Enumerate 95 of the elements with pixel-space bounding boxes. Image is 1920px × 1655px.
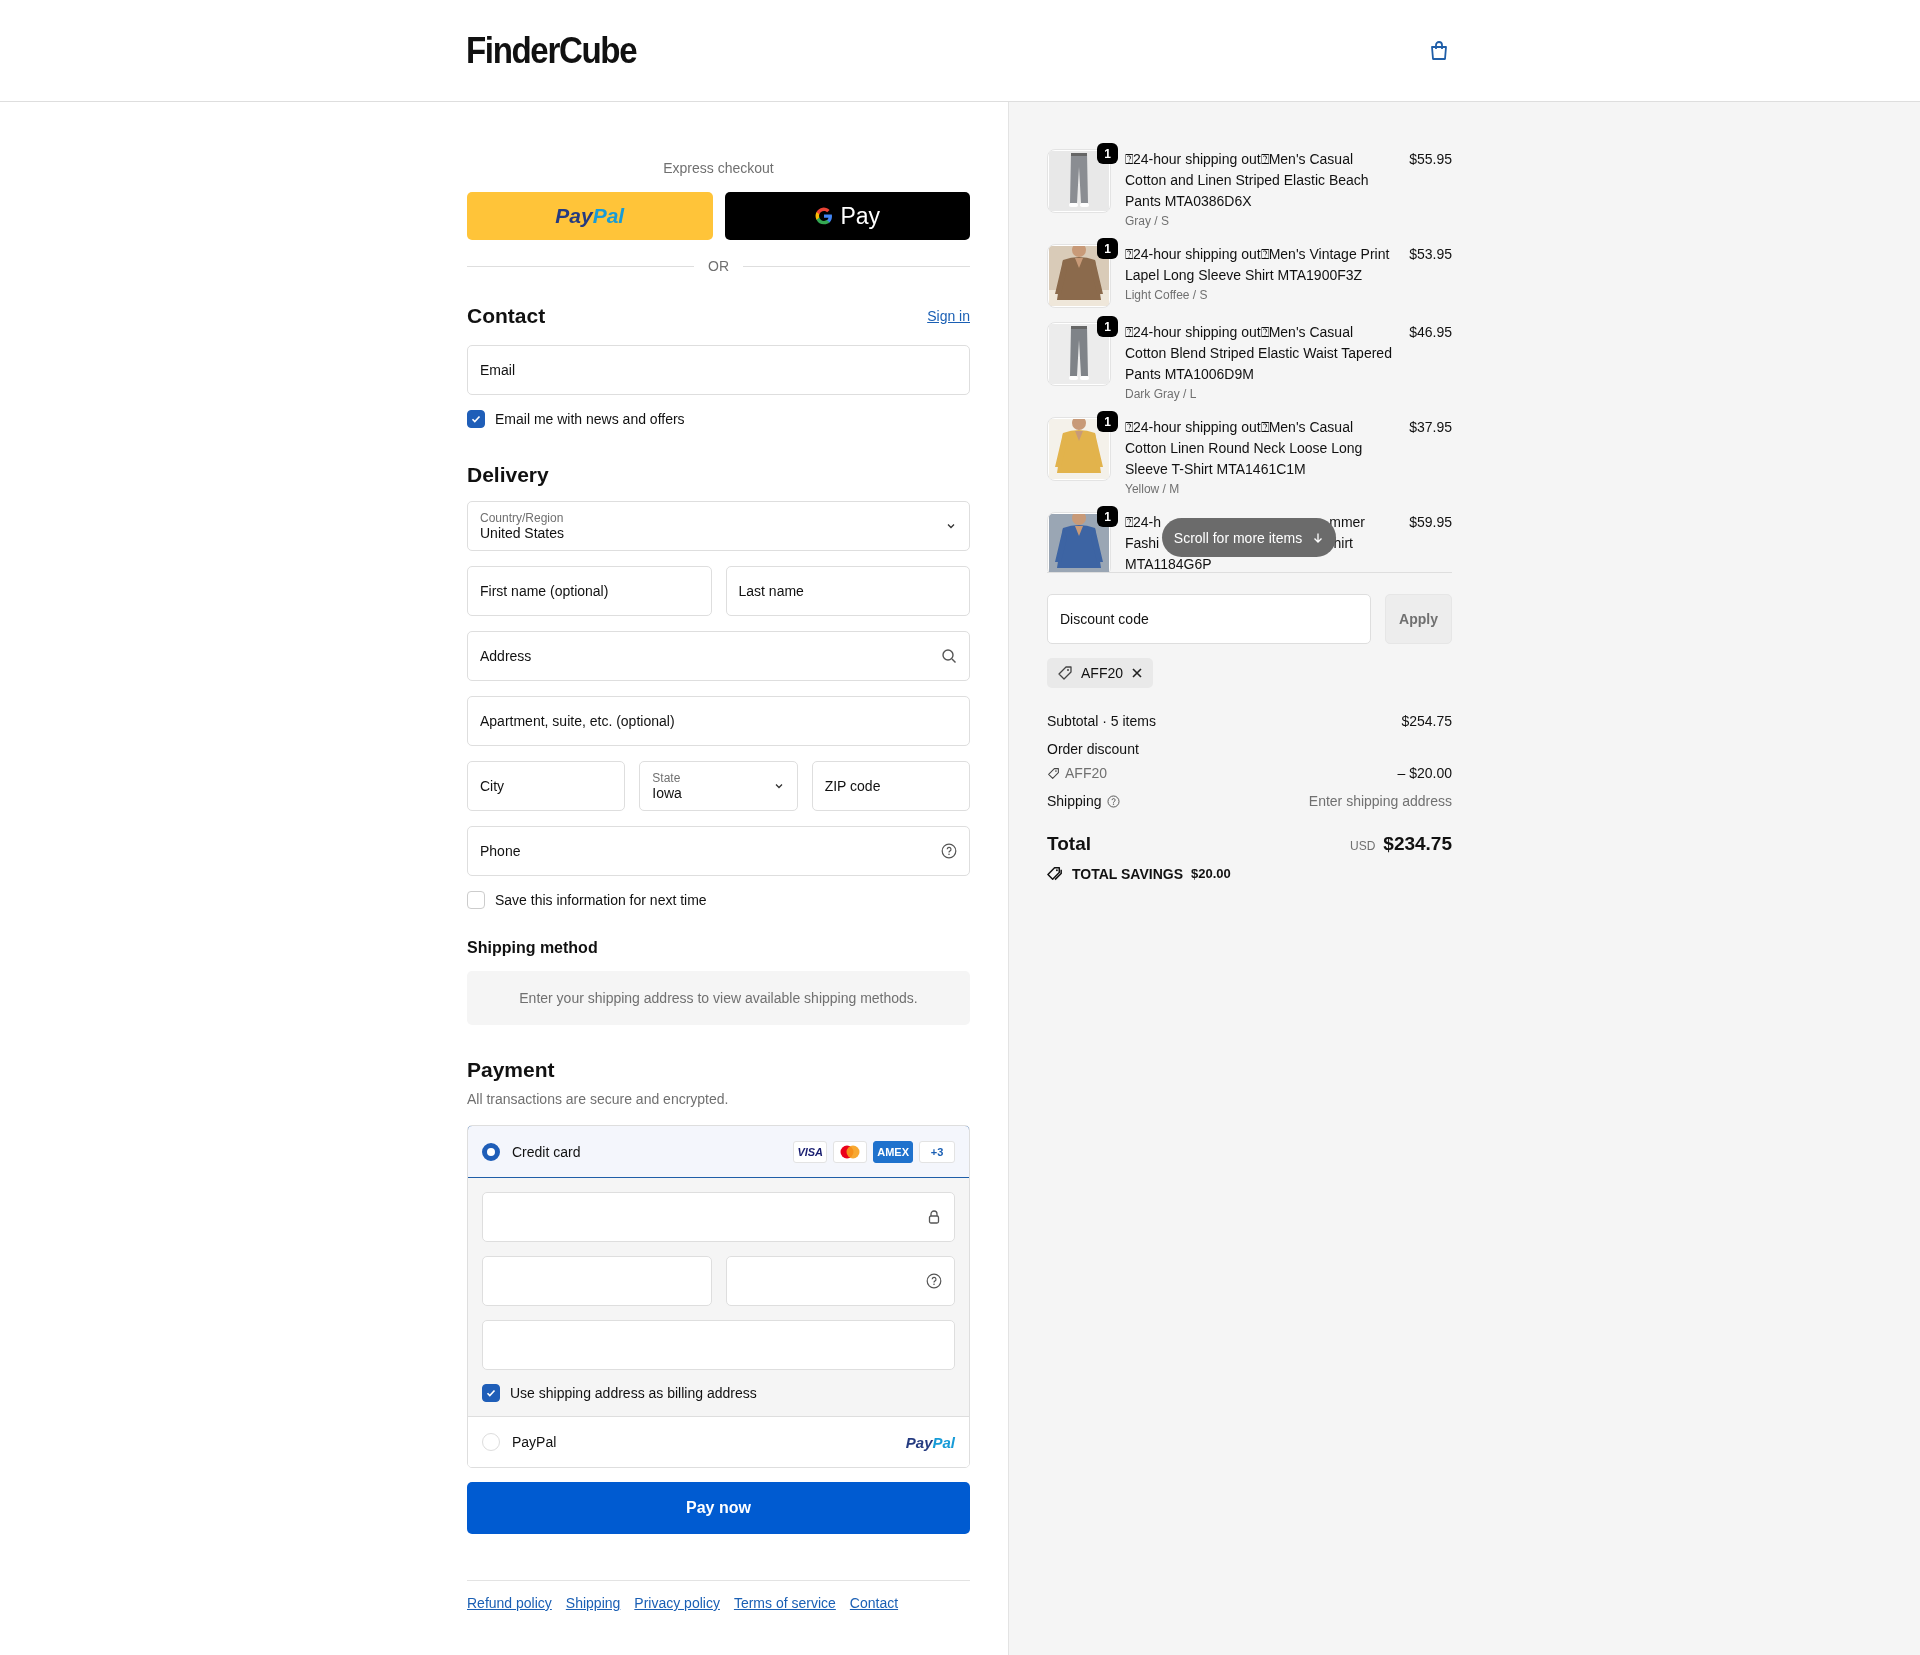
payment-option[interactable]: PayPal PayPal <box>468 1416 969 1467</box>
section-label: Express checkout <box>662 160 775 176</box>
product-title-fragment: MTA1184G6P <box>1125 555 1212 572</box>
summary-value: $254.75 <box>1401 713 1452 729</box>
divider-label: OR <box>708 258 729 274</box>
close-icon[interactable] <box>1131 667 1143 679</box>
discount-chip: AFF20 <box>1047 658 1153 688</box>
footer-link[interactable]: Privacy policy <box>634 1595 720 1611</box>
paypal-button[interactable]: PayPal <box>467 192 713 240</box>
total-label: Total <box>1047 833 1091 855</box>
input-field[interactable]: Phone <box>467 826 970 876</box>
footer-link[interactable]: Contact <box>849 1595 899 1611</box>
quantity-badge: 1 <box>1097 411 1118 432</box>
product-price: $53.95 <box>1409 245 1452 264</box>
input-field[interactable]: Email <box>467 345 970 395</box>
checkmark-icon <box>470 413 482 425</box>
input-field[interactable] <box>482 1192 955 1242</box>
product-title: ⍰24-hour shipping out⍰Men's Casual Cotton and Linen Striped Elastic Beach Pants MTA0386D6X <box>1125 150 1370 211</box>
quantity-badge: 1 <box>1097 143 1118 164</box>
input-field[interactable]: ZIP code <box>811 761 970 811</box>
product-title: ⍰24-hour shipping out⍰Men's Vintage Print Lapel Long Sleeve Shirt MTA1900F3Z <box>1125 245 1391 285</box>
summary-value: – $20.00 <box>1397 765 1452 781</box>
more-brands-badge: +3 <box>919 1140 955 1163</box>
product-price: $59.95 <box>1409 513 1452 532</box>
checkbox[interactable] <box>482 1384 500 1402</box>
logo[interactable]: FinderCube <box>466 29 637 72</box>
google-icon <box>814 206 835 226</box>
help-icon <box>941 843 957 859</box>
footer-link[interactable]: Terms of service <box>733 1595 836 1611</box>
quantity-badge: 1 <box>1097 506 1118 527</box>
arrow-down-icon <box>1312 531 1325 544</box>
search-icon <box>941 648 957 664</box>
input-field[interactable]: First name (optional) <box>467 566 712 616</box>
product-title-fragment: ⍰24-h <box>1125 513 1162 532</box>
quantity-badge: 1 <box>1097 238 1118 259</box>
checkbox-label: Use shipping address as billing address <box>510 1385 757 1401</box>
help-icon <box>926 1273 942 1289</box>
summary-label: Subtotal · 5 items <box>1047 713 1156 729</box>
sign-in-link[interactable]: Sign in <box>927 308 970 324</box>
savings-amount: $20.00 <box>1191 866 1231 881</box>
input-field[interactable]: City <box>467 761 626 811</box>
total-amount: $234.75 <box>1383 833 1452 855</box>
checkbox-label: Email me with news and offers <box>495 411 685 427</box>
tags-icon <box>1047 865 1064 882</box>
amex-logo: AMEX <box>873 1140 913 1163</box>
summary-label: Shipping <box>1047 793 1102 809</box>
section-heading: Payment <box>467 1058 556 1082</box>
section-heading: Contact <box>467 304 546 328</box>
product-price: $55.95 <box>1409 150 1452 169</box>
tag-icon <box>1057 665 1073 681</box>
quantity-badge: 1 <box>1097 316 1118 337</box>
input-field[interactable]: Apartment, suite, etc. (optional) <box>467 696 970 746</box>
help-icon <box>1106 794 1120 808</box>
product-price: $37.95 <box>1409 418 1452 437</box>
checkmark-icon <box>485 1387 497 1399</box>
dropdown-field[interactable]: State Iowa <box>639 761 798 811</box>
product-variant: Dark Gray / L <box>1125 386 1198 403</box>
input-field[interactable]: Last name <box>725 566 970 616</box>
footer-link[interactable]: Shipping <box>565 1595 621 1611</box>
paypal-logo: PayPal <box>905 1433 955 1451</box>
section-heading: Shipping method <box>467 939 599 957</box>
tag-icon <box>1047 766 1060 780</box>
checkbox-label: Save this information for next time <box>495 892 707 908</box>
dropdown-field[interactable]: Country/Region United States <box>467 501 970 551</box>
summary-value: Enter shipping address <box>1308 793 1452 809</box>
checkbox[interactable] <box>467 410 485 428</box>
radio-button[interactable] <box>482 1142 500 1161</box>
mastercard-logo <box>833 1140 868 1163</box>
input-field[interactable] <box>482 1256 712 1306</box>
visa-logo: VISA <box>793 1140 828 1163</box>
input-field[interactable]: Address <box>467 631 970 681</box>
product-title: ⍰24-hour shipping out⍰Men's Casual Cotton Linen Round Neck Loose Long Sleeve T-Shirt MTA1461C1M <box>1125 418 1364 479</box>
currency-label: USD <box>1349 839 1376 853</box>
input-field[interactable] <box>482 1320 955 1370</box>
pay-now-button[interactable]: Pay now <box>467 1482 970 1534</box>
product-title: ⍰24-hour shipping out⍰Men's Casual Cotton Blend Striped Elastic Waist Tapered Pants MTA1006D9M <box>1125 323 1393 384</box>
discount-code: AFF20 <box>1065 765 1107 781</box>
payment-option[interactable]: Credit card VISA AMEX +3 <box>468 1126 969 1178</box>
lock-icon <box>926 1209 942 1225</box>
product-variant: Yellow / M <box>1125 481 1181 498</box>
product-title-fragment: Fashi <box>1125 534 1160 553</box>
summary-label: Order discount <box>1047 741 1139 757</box>
google-pay-button[interactable]: Pay <box>724 192 970 240</box>
input-field[interactable] <box>725 1256 955 1306</box>
product-variant: Light Coffee / S <box>1125 287 1209 304</box>
info-panel: Enter your shipping address to view available shipping methods. <box>467 971 970 1025</box>
shopping-bag-icon[interactable] <box>1428 39 1450 62</box>
footer-link[interactable]: Refund policy <box>467 1595 552 1611</box>
input-field[interactable]: Discount code <box>1047 594 1371 644</box>
apply-button[interactable]: Apply <box>1385 594 1452 644</box>
savings-label: TOTAL SAVINGS <box>1072 865 1183 882</box>
section-subtitle: All transactions are secure and encrypted. <box>467 1091 730 1107</box>
product-price: $46.95 <box>1409 323 1452 342</box>
product-variant: Gray / S <box>1125 213 1170 230</box>
section-heading: Delivery <box>467 463 550 487</box>
